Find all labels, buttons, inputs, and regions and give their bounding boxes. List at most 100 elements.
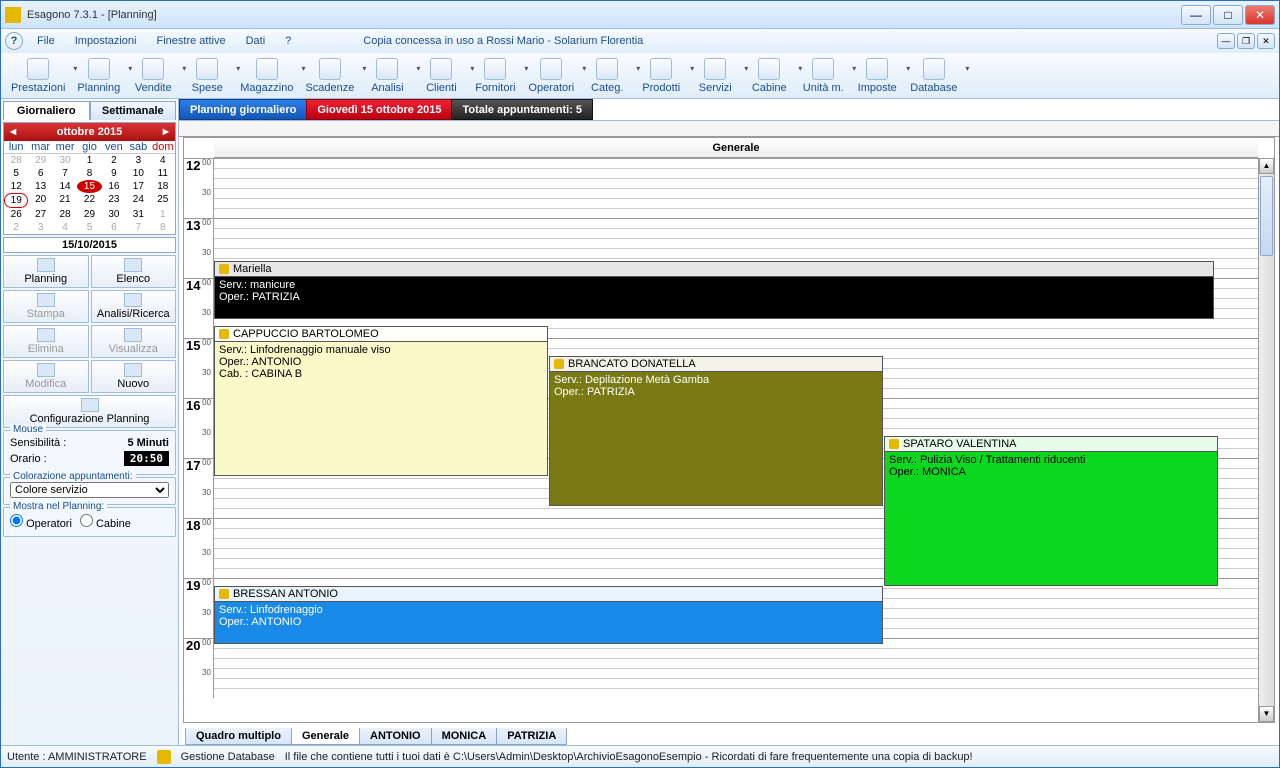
toolbar-database[interactable]: Database▾ xyxy=(904,56,963,96)
bottom-tab-antonio[interactable]: ANTONIO xyxy=(359,728,432,745)
cal-day[interactable]: 25 xyxy=(151,193,175,208)
cal-day[interactable]: 7 xyxy=(53,167,77,180)
cal-day[interactable]: 17 xyxy=(126,180,150,193)
cal-day[interactable]: 27 xyxy=(28,208,52,221)
toolbar-prestazioni[interactable]: Prestazioni▾ xyxy=(5,56,71,96)
cal-day[interactable]: 10 xyxy=(126,167,150,180)
cal-day[interactable]: 20 xyxy=(28,193,52,208)
status-db[interactable]: Gestione Database xyxy=(181,751,275,763)
menu-file[interactable]: File xyxy=(29,33,63,49)
cal-day[interactable]: 16 xyxy=(102,180,126,193)
cal-day[interactable]: 1 xyxy=(151,208,175,221)
menu-help[interactable]: ? xyxy=(277,33,299,49)
toolbar-categ[interactable]: Categ.▾ xyxy=(580,56,634,96)
cal-day[interactable]: 11 xyxy=(151,167,175,180)
toolbar-prodotti[interactable]: Prodotti▾ xyxy=(634,56,688,96)
btn-stampa[interactable]: Stampa xyxy=(3,290,89,323)
bottom-tab-monica[interactable]: MONICA xyxy=(431,728,498,745)
bottom-tab-quadro-multiplo[interactable]: Quadro multiplo xyxy=(185,728,292,745)
appointment[interactable]: BRESSAN ANTONIOServ.: Linfodrenaggio Ope… xyxy=(214,586,883,644)
toolbar-analisi[interactable]: Analisi▾ xyxy=(360,56,414,96)
tab-settimanale[interactable]: Settimanale xyxy=(90,101,177,120)
cal-day[interactable]: 2 xyxy=(4,221,28,234)
cal-day[interactable]: 8 xyxy=(151,221,175,234)
scroll-thumb[interactable] xyxy=(1260,176,1273,256)
cal-day[interactable]: 26 xyxy=(4,208,28,221)
minimize-button[interactable]: — xyxy=(1181,5,1211,25)
cal-day[interactable]: 4 xyxy=(151,154,175,167)
mdi-minimize[interactable]: — xyxy=(1217,33,1235,49)
coloring-select[interactable]: Colore servizio xyxy=(10,482,169,498)
cal-day[interactable]: 15 xyxy=(77,180,101,193)
cal-day[interactable]: 19 xyxy=(4,193,28,208)
time-ruler[interactable] xyxy=(179,121,1279,137)
toolbar-operatori[interactable]: Operatori▾ xyxy=(522,56,580,96)
cal-day[interactable]: 5 xyxy=(4,167,28,180)
toolbar-planning[interactable]: Planning▾ xyxy=(71,56,126,96)
toolbar-scadenze[interactable]: Scadenze▾ xyxy=(299,56,360,96)
cal-day[interactable]: 5 xyxy=(77,221,101,234)
cal-day[interactable]: 28 xyxy=(4,154,28,167)
btn-nuovo[interactable]: Nuovo xyxy=(91,360,177,393)
btn-planning[interactable]: Planning xyxy=(3,255,89,288)
btn-modifica[interactable]: Modifica xyxy=(3,360,89,393)
cal-day[interactable]: 3 xyxy=(28,221,52,234)
btn-visualizza[interactable]: Visualizza xyxy=(91,325,177,358)
toolbar-fornitori[interactable]: Fornitori▾ xyxy=(468,56,522,96)
vertical-scrollbar[interactable]: ▲ ▼ xyxy=(1258,158,1274,722)
toolbar-servizi[interactable]: Servizi▾ xyxy=(688,56,742,96)
scroll-down[interactable]: ▼ xyxy=(1259,706,1274,722)
cal-day[interactable]: 4 xyxy=(53,221,77,234)
cal-day[interactable]: 9 xyxy=(102,167,126,180)
cal-day[interactable]: 6 xyxy=(102,221,126,234)
bottom-tab-patrizia[interactable]: PATRIZIA xyxy=(496,728,567,745)
cal-day[interactable]: 21 xyxy=(53,193,77,208)
radio-operatori[interactable]: Operatori xyxy=(10,514,72,530)
appointment[interactable]: CAPPUCCIO BARTOLOMEOServ.: Linfodrenaggi… xyxy=(214,326,548,476)
cal-day[interactable]: 22 xyxy=(77,193,101,208)
cal-day[interactable]: 28 xyxy=(53,208,77,221)
mdi-close[interactable]: ✕ xyxy=(1257,33,1275,49)
scroll-up[interactable]: ▲ xyxy=(1259,158,1274,174)
maximize-button[interactable]: □ xyxy=(1213,5,1243,25)
help-icon[interactable]: ? xyxy=(5,32,23,50)
cal-day[interactable]: 12 xyxy=(4,180,28,193)
cal-day[interactable]: 6 xyxy=(28,167,52,180)
toolbar-clienti[interactable]: Clienti▾ xyxy=(414,56,468,96)
menu-dati[interactable]: Dati xyxy=(238,33,274,49)
toolbar-cabine[interactable]: Cabine▾ xyxy=(742,56,796,96)
toolbar-spese[interactable]: Spese▾ xyxy=(180,56,234,96)
btn-analisi[interactable]: Analisi/Ricerca xyxy=(91,290,177,323)
cal-day[interactable]: 3 xyxy=(126,154,150,167)
cal-day[interactable]: 30 xyxy=(53,154,77,167)
btn-elimina[interactable]: Elimina xyxy=(3,325,89,358)
cal-next[interactable]: ► xyxy=(159,126,173,138)
toolbar-imposte[interactable]: Imposte▾ xyxy=(850,56,904,96)
btn-elenco[interactable]: Elenco xyxy=(91,255,177,288)
cal-day[interactable]: 31 xyxy=(126,208,150,221)
cal-day[interactable]: 13 xyxy=(28,180,52,193)
appointment[interactable]: SPATARO VALENTINAServ.: Pulizia Viso / T… xyxy=(884,436,1218,586)
close-button[interactable]: ✕ xyxy=(1245,5,1275,25)
cal-day[interactable]: 24 xyxy=(126,193,150,208)
cal-day[interactable]: 18 xyxy=(151,180,175,193)
cal-prev[interactable]: ◄ xyxy=(6,126,20,138)
radio-cabine[interactable]: Cabine xyxy=(80,514,131,530)
toolbar-magazzino[interactable]: Magazzino▾ xyxy=(234,56,299,96)
cal-day[interactable]: 30 xyxy=(102,208,126,221)
menu-finestre[interactable]: Finestre attive xyxy=(149,33,234,49)
cal-day[interactable]: 14 xyxy=(53,180,77,193)
toolbar-vendite[interactable]: Vendite▾ xyxy=(126,56,180,96)
appointment[interactable]: BRANCATO DONATELLAServ.: Depilazione Met… xyxy=(549,356,883,506)
cal-day[interactable]: 2 xyxy=(102,154,126,167)
menu-impostazioni[interactable]: Impostazioni xyxy=(67,33,145,49)
cal-day[interactable]: 7 xyxy=(126,221,150,234)
appointment[interactable]: MariellaServ.: manicure Oper.: PATRIZIA xyxy=(214,261,1214,319)
schedule-grid[interactable]: MariellaServ.: manicure Oper.: PATRIZIA C… xyxy=(214,158,1258,722)
tab-giornaliero[interactable]: Giornaliero xyxy=(3,101,90,120)
bottom-tab-generale[interactable]: Generale xyxy=(291,728,360,745)
cal-day[interactable]: 1 xyxy=(77,154,101,167)
mdi-restore[interactable]: ❐ xyxy=(1237,33,1255,49)
cal-day[interactable]: 29 xyxy=(77,208,101,221)
cal-day[interactable]: 8 xyxy=(77,167,101,180)
